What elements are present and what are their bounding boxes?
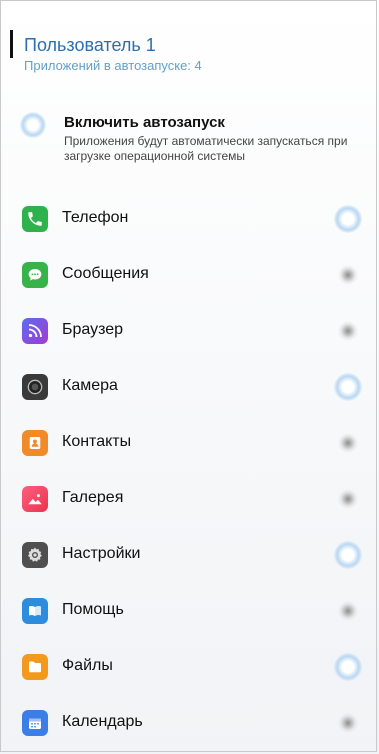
app-row-camera[interactable]: Камера: [0, 360, 379, 416]
app-row-calendar[interactable]: Календарь: [0, 696, 379, 752]
app-row-help[interactable]: Помощь: [0, 584, 379, 640]
user-title: Пользователь 1: [24, 35, 156, 55]
app-toggle-browser[interactable]: [338, 321, 358, 341]
calendar-icon: [22, 710, 48, 736]
app-row-messages[interactable]: Сообщения: [0, 248, 379, 304]
app-row-settings[interactable]: Настройки: [0, 528, 379, 584]
autostart-title: Включить автозапуск: [64, 114, 225, 131]
app-toggle-settings[interactable]: [334, 541, 362, 569]
app-label: Календарь: [62, 713, 143, 730]
app-list: Телефон Сообщения Браузер Камера Контакт…: [0, 192, 379, 752]
contacts-icon: [22, 430, 48, 456]
app-toggle-files[interactable]: [334, 653, 362, 681]
autostart-toggle[interactable]: [20, 112, 46, 138]
app-toggle-phone[interactable]: [334, 205, 362, 233]
help-icon: [22, 598, 48, 624]
app-label: Сообщения: [62, 265, 149, 282]
app-label: Файлы: [62, 657, 113, 674]
app-toggle-messages[interactable]: [338, 265, 358, 285]
app-row-browser[interactable]: Браузер: [0, 304, 379, 360]
app-label: Браузер: [62, 321, 124, 338]
app-label: Галерея: [62, 489, 124, 506]
autostart-description: Приложения будут автоматически запускать…: [64, 134, 348, 163]
messages-icon: [22, 262, 48, 288]
app-row-files[interactable]: Файлы: [0, 640, 379, 696]
user-header: Пользователь 1 Приложений в автозапуске:…: [24, 34, 202, 73]
settings-icon: [22, 542, 48, 568]
app-label: Настройки: [62, 545, 141, 562]
app-row-gallery[interactable]: Галерея: [0, 472, 379, 528]
gallery-icon: [22, 486, 48, 512]
app-toggle-help[interactable]: [338, 601, 358, 621]
phone-icon: [22, 206, 48, 232]
app-toggle-calendar[interactable]: [338, 713, 358, 733]
camera-icon: [22, 374, 48, 400]
browser-icon: [22, 318, 48, 344]
app-label: Контакты: [62, 433, 132, 450]
app-toggle-gallery[interactable]: [338, 489, 358, 509]
app-toggle-contacts[interactable]: [338, 433, 358, 453]
app-label: Помощь: [62, 601, 124, 618]
app-toggle-camera[interactable]: [334, 373, 362, 401]
app-label: Телефон: [62, 209, 129, 226]
app-label: Камера: [62, 377, 118, 394]
app-row-phone[interactable]: Телефон: [0, 192, 379, 248]
files-icon: [22, 654, 48, 680]
app-row-contacts[interactable]: Контакты: [0, 416, 379, 472]
edge-indicator: [10, 30, 13, 58]
autostart-count: Приложений в автозапуске: 4: [24, 58, 202, 73]
